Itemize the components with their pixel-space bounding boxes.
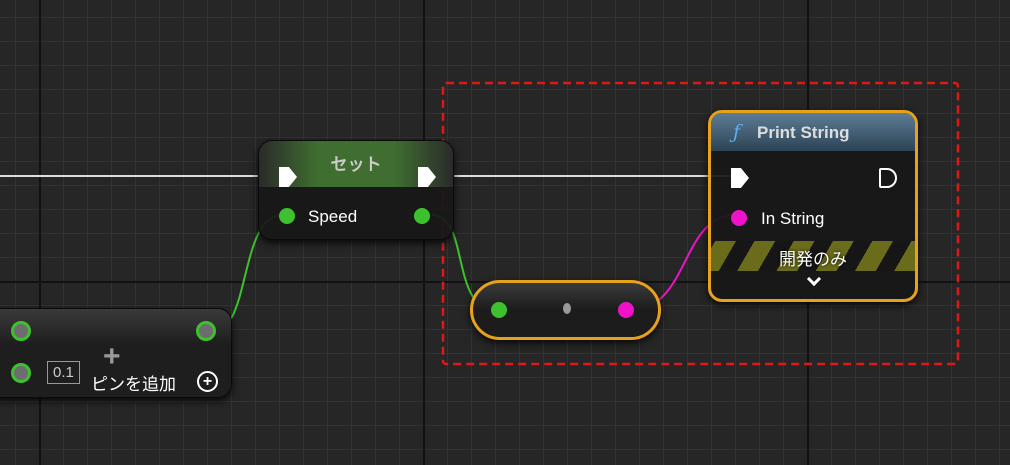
set-node[interactable]: セット Speed — [258, 140, 454, 240]
print-string-node[interactable]: ƒ Print String In String 開発のみ — [708, 110, 918, 302]
add-pin-icon[interactable]: + — [197, 371, 218, 392]
conversion-node[interactable] — [470, 280, 661, 340]
string-out-pin[interactable] — [618, 302, 634, 318]
print-node-title: Print String — [757, 123, 850, 142]
add-pin-label[interactable]: ピンを追加 — [91, 370, 176, 395]
speed-in-pin[interactable] — [279, 208, 295, 224]
function-icon: ƒ — [733, 121, 741, 143]
add-node[interactable]: + 0.1 ピンを追加 + — [0, 308, 232, 398]
in-string-label: In String — [761, 209, 825, 228]
plus-icon: + — [103, 340, 121, 373]
conversion-dot-icon — [563, 303, 571, 314]
speed-out-pin[interactable] — [414, 208, 430, 224]
input-pin-a[interactable] — [11, 321, 31, 341]
float-in-pin[interactable] — [491, 302, 507, 318]
in-string-pin[interactable] — [731, 210, 747, 226]
exec-in-pin[interactable] — [731, 168, 749, 188]
dev-only-label: 開発のみ — [779, 250, 847, 269]
output-pin[interactable] — [196, 321, 216, 341]
value-field[interactable]: 0.1 — [47, 361, 80, 384]
input-pin-b[interactable] — [11, 363, 31, 383]
exec-out-pin[interactable] — [879, 168, 897, 188]
speed-label: Speed — [308, 207, 358, 226]
expand-chevron-icon[interactable] — [806, 271, 822, 287]
